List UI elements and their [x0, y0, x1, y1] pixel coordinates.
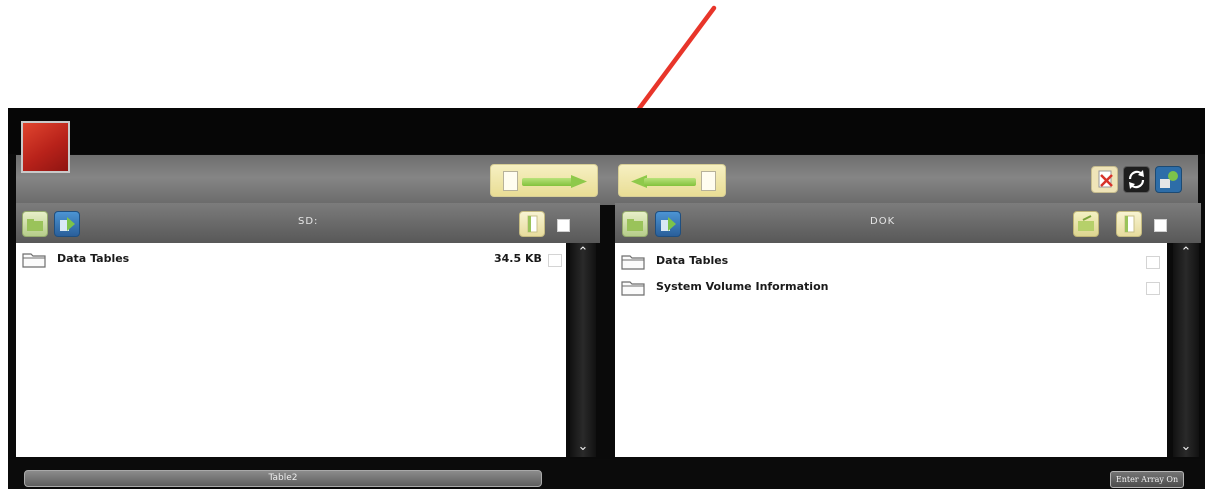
file-name: Data Tables — [57, 252, 130, 265]
row-checkbox[interactable] — [1146, 256, 1160, 269]
home-button[interactable] — [655, 211, 681, 237]
right-file-list: Data Tables System Volume Information — [615, 243, 1167, 457]
row-checkbox[interactable] — [548, 254, 562, 267]
up-folder-button[interactable] — [622, 211, 648, 237]
select-all-checkbox[interactable] — [557, 219, 570, 232]
list-item[interactable]: Data Tables — [615, 249, 1167, 273]
right-pane-header: DOK — [615, 203, 1201, 243]
copy-to-right-icon — [522, 178, 574, 186]
properties-icon — [527, 215, 538, 233]
left-drive-label: SD: — [298, 216, 319, 227]
scroll-up-icon[interactable]: ⌃ — [1173, 243, 1199, 263]
file-manager-window: SD: Data Tables 34.5 KB ⌃ ⌄ DOK Data Tab… — [8, 108, 1205, 489]
properties-button[interactable] — [519, 211, 545, 237]
folder-icon — [621, 255, 645, 270]
left-file-list: Data Tables 34.5 KB — [16, 243, 566, 457]
row-checkbox[interactable] — [1146, 282, 1160, 295]
select-all-checkbox[interactable] — [1154, 219, 1167, 232]
copy-to-right-button[interactable] — [490, 164, 598, 197]
document-icon — [503, 171, 518, 191]
up-folder-button[interactable] — [22, 211, 48, 237]
right-scrollbar[interactable]: ⌃ ⌄ — [1173, 243, 1199, 457]
title-bar — [8, 108, 1205, 154]
toolbar-area — [16, 155, 1198, 205]
folder-icon — [22, 253, 46, 268]
new-folder-button[interactable] — [1073, 211, 1099, 237]
up-folder-icon — [627, 219, 643, 231]
delete-button[interactable] — [1091, 166, 1118, 193]
new-folder-icon — [1078, 215, 1094, 231]
folder-icon — [621, 281, 645, 296]
arrow-right-icon — [571, 175, 587, 188]
left-scrollbar[interactable]: ⌃ ⌄ — [570, 243, 596, 457]
scroll-down-icon[interactable]: ⌄ — [1173, 437, 1199, 457]
scroll-down-icon[interactable]: ⌄ — [570, 437, 596, 457]
app-icon[interactable] — [21, 121, 70, 173]
enter-array-on-button[interactable]: Enter Array On — [1110, 471, 1184, 488]
file-name: Data Tables — [656, 254, 729, 267]
home-icon — [60, 217, 75, 231]
refresh-icon — [1128, 170, 1145, 189]
document-icon — [701, 171, 716, 191]
refresh-button[interactable] — [1123, 166, 1150, 193]
home-icon — [661, 217, 676, 231]
properties-icon — [1124, 215, 1135, 233]
list-item[interactable]: System Volume Information — [615, 275, 1167, 299]
copy-to-left-button[interactable] — [618, 164, 726, 197]
right-pane: DOK Data Tables System Volume Informatio… — [615, 203, 1201, 457]
home-button[interactable] — [54, 211, 80, 237]
bottom-bar: Table2 Enter Array On — [8, 459, 1205, 489]
copy-to-left-icon — [644, 178, 696, 186]
left-pane: SD: Data Tables 34.5 KB ⌃ ⌄ — [16, 203, 600, 457]
right-drive-label: DOK — [870, 216, 896, 227]
list-item[interactable]: Data Tables 34.5 KB — [16, 247, 566, 271]
table-name-bar[interactable]: Table2 — [24, 470, 542, 487]
connect-button[interactable] — [1155, 166, 1182, 193]
connect-icon — [1160, 171, 1178, 188]
properties-button[interactable] — [1116, 211, 1142, 237]
file-size: 34.5 KB — [494, 252, 542, 265]
delete-icon — [1098, 170, 1113, 188]
scroll-up-icon[interactable]: ⌃ — [570, 243, 596, 263]
left-pane-header: SD: — [16, 203, 600, 243]
up-folder-icon — [27, 219, 43, 231]
file-name: System Volume Information — [656, 280, 829, 293]
